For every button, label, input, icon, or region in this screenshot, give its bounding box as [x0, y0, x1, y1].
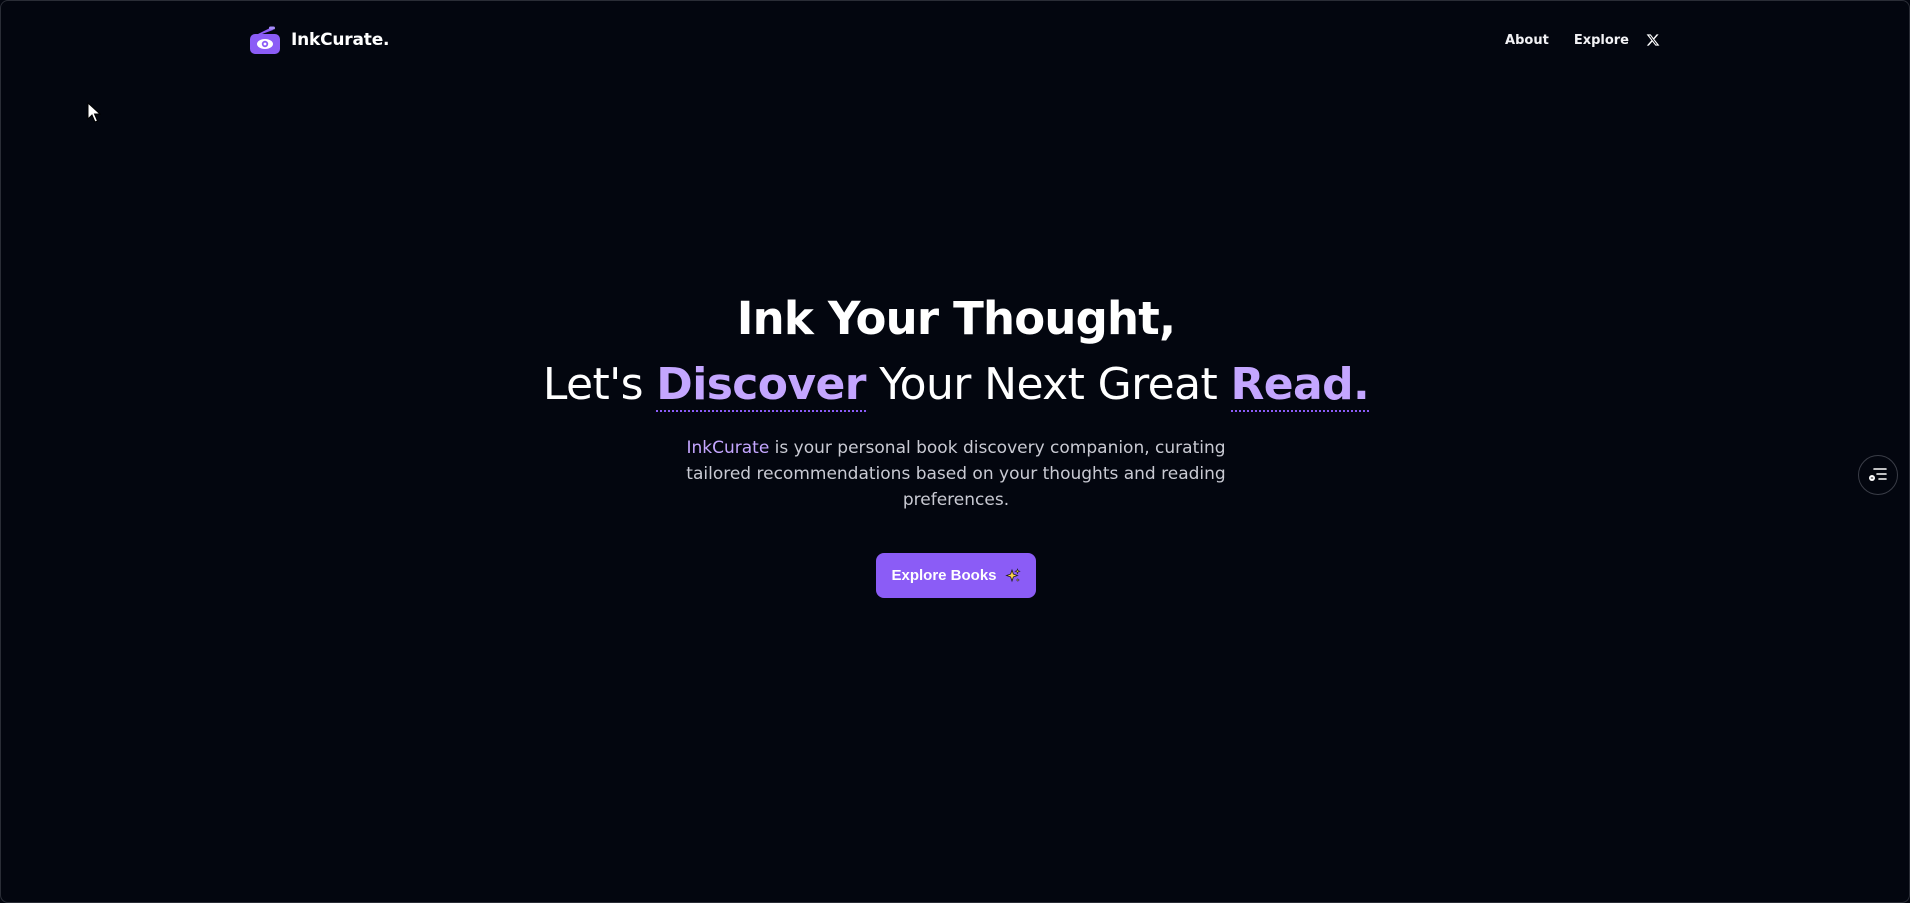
top-nav: About Explore — [1480, 23, 1661, 57]
browser-viewport: InkCurate. About Explore Ink Your Though… — [0, 0, 1910, 903]
menu-list-icon — [1869, 468, 1887, 481]
brand-link[interactable]: InkCurate. — [249, 23, 389, 57]
logo-icon — [250, 26, 280, 54]
hero-title-text-1: Let's — [542, 359, 657, 410]
site-header: InkCurate. About Explore — [249, 23, 1661, 57]
sparkles-icon — [1004, 567, 1021, 582]
hero-accent-read: Read. — [1230, 359, 1370, 412]
nav-about-link[interactable]: About — [1505, 33, 1549, 48]
mouse-cursor-icon — [87, 102, 101, 123]
brand-name: InkCurate. — [291, 30, 390, 50]
hero-accent-discover: Discover — [656, 359, 866, 412]
explore-books-label: Explore Books — [891, 567, 997, 584]
nav-explore-link[interactable]: Explore — [1574, 33, 1629, 48]
floating-menu-button[interactable] — [1858, 455, 1898, 495]
explore-books-button[interactable]: Explore Books — [876, 553, 1036, 598]
hero-description: InkCurate is your personal book discover… — [676, 435, 1236, 513]
x-icon[interactable] — [1645, 32, 1661, 48]
hero-section: Ink Your Thought, Let's Discover Your Ne… — [1, 289, 1909, 598]
hero-title-line-2: Let's Discover Your Next Great Read. — [1, 355, 1909, 415]
hero-description-brand: InkCurate — [686, 438, 770, 458]
hero-title-line-1: Ink Your Thought, — [736, 292, 1176, 345]
hero-title-text-2: Your Next Great — [865, 359, 1231, 410]
